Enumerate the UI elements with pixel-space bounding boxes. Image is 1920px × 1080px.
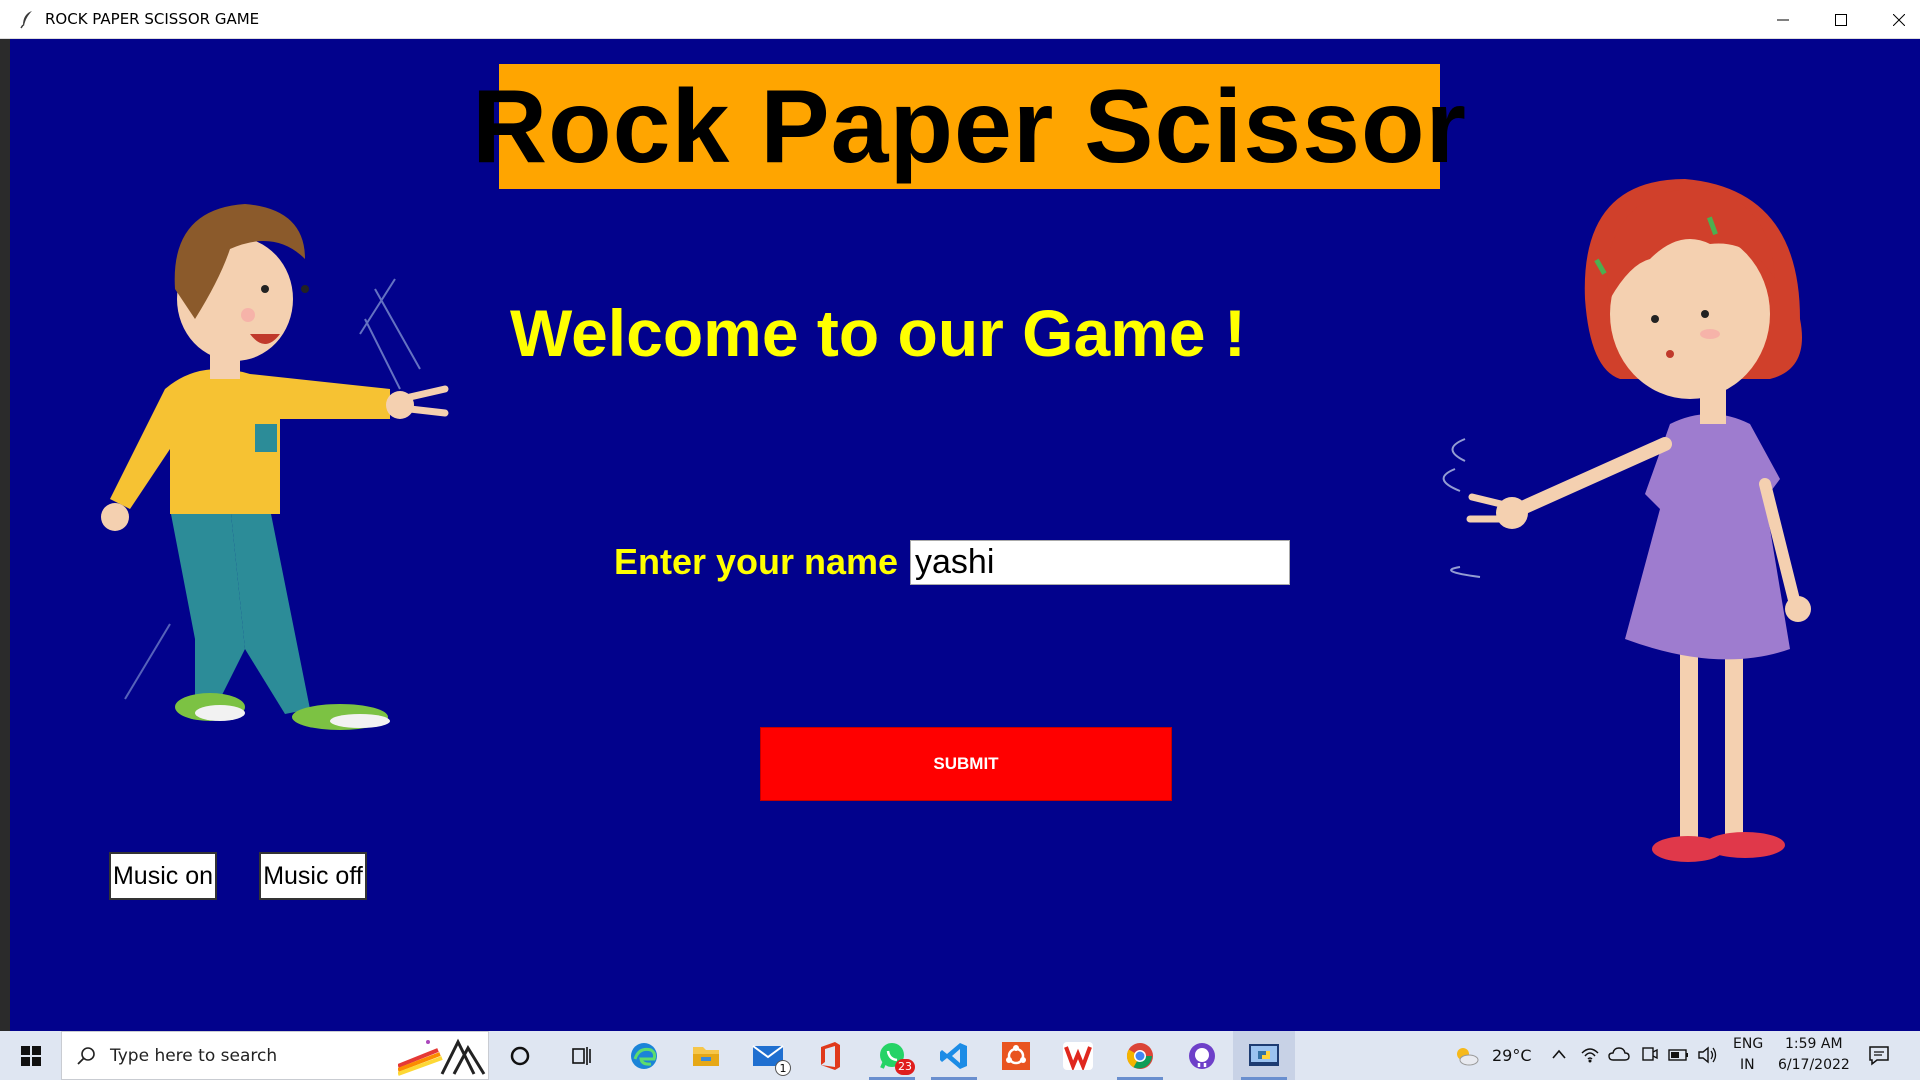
office-button[interactable] [799, 1031, 861, 1080]
office-icon [821, 1041, 840, 1070]
game-heading: Rock Paper Scissor [472, 68, 1467, 185]
vscode-icon [940, 1042, 967, 1069]
heading-banner: Rock Paper Scissor [472, 64, 1466, 189]
whatsapp-badge: 23 [895, 1059, 915, 1075]
language-code[interactable]: ENG [1733, 1036, 1763, 1052]
file-explorer-icon [693, 1046, 719, 1066]
submit-button[interactable]: SUBMIT [760, 727, 1172, 801]
ubuntu-button[interactable] [985, 1031, 1047, 1080]
edge-button[interactable] [613, 1031, 675, 1080]
cortana-button[interactable] [489, 1031, 551, 1080]
search-highlight-icon [398, 1038, 486, 1076]
wifi-icon[interactable] [1580, 1045, 1600, 1063]
feather-icon [20, 11, 32, 29]
search-icon [77, 1047, 95, 1065]
maximize-icon [1835, 13, 1847, 26]
close-icon [1893, 13, 1905, 26]
girl-illustration [1442, 179, 1811, 862]
chrome-button[interactable] [1109, 1031, 1171, 1080]
cortana-icon [510, 1046, 530, 1065]
chrome-icon [1126, 1042, 1153, 1069]
chevron-up-icon[interactable] [1551, 1048, 1567, 1060]
minimize-icon [1777, 19, 1789, 20]
windows-icon [21, 1045, 41, 1066]
start-button[interactable] [0, 1031, 62, 1080]
task-view-button[interactable] [551, 1031, 613, 1080]
maximize-button[interactable] [1812, 0, 1870, 39]
name-input[interactable] [910, 540, 1290, 585]
notification-center-icon[interactable] [1868, 1044, 1890, 1066]
python-idle-icon [1249, 1043, 1279, 1066]
clock-date[interactable]: 6/17/2022 [1778, 1057, 1850, 1073]
file-explorer-button[interactable] [675, 1031, 737, 1080]
python-idle-button[interactable] [1233, 1031, 1295, 1080]
boy-illustration [101, 204, 449, 730]
music-off-button[interactable]: Music off [259, 852, 367, 900]
taskbar-search[interactable]: Type here to search [61, 1031, 489, 1080]
github-desktop-icon [1189, 1042, 1215, 1069]
ubuntu-icon [1002, 1041, 1030, 1070]
meet-now-icon[interactable] [1640, 1045, 1658, 1065]
music-on-button[interactable]: Music on [109, 852, 217, 900]
mail-button[interactable]: 1 [737, 1031, 799, 1080]
weather-temperature[interactable]: 29°C [1492, 1046, 1532, 1065]
clock-time[interactable]: 1:59 AM [1785, 1036, 1843, 1052]
whatsapp-button[interactable]: 23 [861, 1031, 923, 1080]
task-view-icon [572, 1046, 591, 1065]
window-title-bar: ROCK PAPER SCISSOR GAME [0, 0, 1920, 39]
onedrive-icon[interactable] [1608, 1046, 1630, 1062]
battery-icon[interactable] [1668, 1048, 1690, 1062]
mail-badge: 1 [775, 1060, 791, 1076]
wps-button[interactable] [1047, 1031, 1109, 1080]
edge-icon [631, 1042, 657, 1069]
github-desktop-button[interactable] [1171, 1031, 1233, 1080]
wps-icon [1063, 1041, 1093, 1070]
search-placeholder: Type here to search [110, 1046, 278, 1066]
language-region[interactable]: IN [1740, 1057, 1755, 1073]
name-label: Enter your name [614, 541, 899, 582]
welcome-text: Welcome to our Game ! [510, 296, 1246, 370]
weather-icon [1457, 1048, 1479, 1066]
game-window: Rock Paper Scissor Welcome to our Game !… [10, 39, 1920, 1031]
volume-icon[interactable] [1697, 1045, 1719, 1065]
window-title: ROCK PAPER SCISSOR GAME [45, 10, 260, 28]
minimize-button[interactable] [1754, 0, 1812, 39]
vscode-button[interactable] [923, 1031, 985, 1080]
background-window-edge [0, 39, 10, 1031]
close-button[interactable] [1870, 0, 1920, 39]
taskbar: Type here to search 1 23 29°C ENG IN 1:5… [0, 1031, 1920, 1080]
